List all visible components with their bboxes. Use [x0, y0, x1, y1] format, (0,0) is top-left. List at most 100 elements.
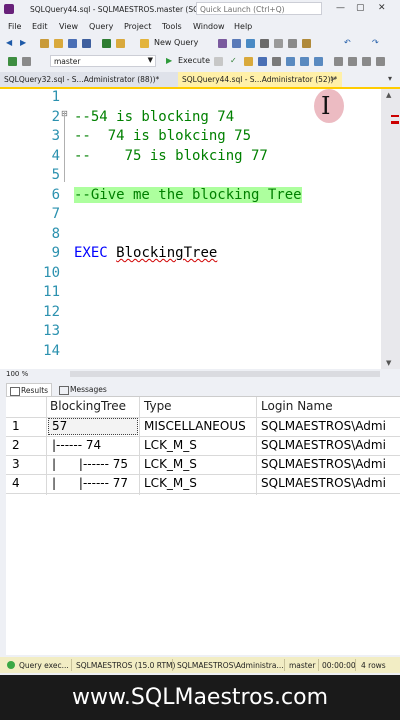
editor-horizontal-scrollbar[interactable] [70, 371, 380, 377]
redo-arrow-icon[interactable]: ↷ [372, 38, 379, 47]
tab-sqlquery44[interactable]: SQLQuery44.sql - S...Administrator (52))… [178, 72, 342, 87]
line-number: 3 [51, 128, 60, 144]
row-number: 1 [12, 419, 20, 433]
tab-overflow-icon[interactable]: ▾ [388, 74, 392, 83]
minimize-button[interactable]: — [336, 3, 345, 13]
cell-login-name[interactable]: SQLMAESTROS\Admi [261, 476, 400, 490]
close-button[interactable]: ✕ [378, 3, 386, 13]
ssms-logo-icon [4, 4, 14, 14]
cell-blockingtree[interactable]: 57 [52, 419, 138, 433]
cell-blockingtree[interactable]: |------ 74 [52, 438, 138, 452]
fold-guide [64, 112, 65, 182]
cell-blockingtree[interactable]: | |------ 75 [52, 457, 138, 471]
menu-file[interactable]: File [8, 22, 21, 31]
tab-sqlquery32[interactable]: SQLQuery32.sql - S...Administrator (88))… [0, 72, 178, 87]
mdx-query-icon[interactable] [232, 39, 241, 48]
tab-messages[interactable]: Messages [56, 383, 108, 396]
save-icon[interactable] [68, 39, 77, 48]
menu-view[interactable]: View [59, 22, 78, 31]
estimated-plan-icon[interactable] [244, 57, 253, 66]
scroll-down-icon[interactable]: ▼ [386, 359, 391, 367]
query-editor[interactable]: 1 2 3 4 5 6 7 8 9 10 11 12 13 14 ⊟ --54 … [0, 89, 381, 369]
cell-type[interactable]: MISCELLANEOUS [144, 419, 254, 433]
editor-vertical-scrollbar[interactable]: ▲ ▼ [381, 89, 400, 369]
column-header-blockingtree[interactable]: BlockingTree [50, 399, 126, 413]
code-line-3: -- 74 is blokcing 75 [74, 128, 252, 144]
copy-icon[interactable] [288, 39, 297, 48]
line-number: 12 [43, 303, 60, 320]
new-query-icon[interactable] [140, 39, 149, 48]
zoom-level[interactable]: 100 % [6, 370, 28, 378]
paste-icon[interactable] [302, 39, 311, 48]
outdent-icon[interactable] [376, 57, 385, 66]
back-icon[interactable]: ◀ [6, 38, 12, 47]
menu-edit[interactable]: Edit [32, 22, 48, 31]
results-to-text-icon[interactable] [286, 57, 295, 66]
status-bar: Query exec... SQLMAESTROS (15.0 RTM) SQL… [0, 657, 400, 673]
query-options-icon[interactable] [258, 57, 267, 66]
cell-type[interactable]: LCK_M_S [144, 476, 254, 490]
server-name: SQLMAESTROS (15.0 RTM) [76, 661, 176, 670]
scroll-up-icon[interactable]: ▲ [386, 91, 391, 99]
menu-bar: File Edit View Query Project Tools Windo… [0, 19, 400, 34]
save-all-icon[interactable] [82, 39, 91, 48]
connect-icon[interactable] [8, 57, 17, 66]
new-item-icon[interactable] [40, 39, 49, 48]
forward-icon[interactable]: ▶ [20, 38, 26, 47]
undo-icon[interactable] [102, 39, 111, 48]
zoom-bar: 100 % [0, 369, 400, 380]
cell-login-name[interactable]: SQLMAESTROS\Admi [261, 419, 400, 433]
line-number: 13 [43, 323, 60, 339]
parse-check-icon[interactable]: ✓ [230, 56, 237, 65]
database-select[interactable]: master ▼ [50, 55, 156, 67]
pin-tab-icon[interactable]: ⊳ [330, 75, 336, 83]
messages-icon [59, 386, 69, 395]
line-number: 11 [43, 284, 60, 300]
menu-project[interactable]: Project [124, 22, 151, 31]
line-number: 8 [51, 225, 60, 242]
cancel-query-icon[interactable] [214, 57, 223, 66]
tab-results[interactable]: Results [6, 383, 52, 396]
column-header-type[interactable]: Type [144, 399, 172, 413]
cell-type[interactable]: LCK_M_S [144, 438, 254, 452]
login-name: SQLMAESTROS\Administra... [177, 661, 284, 670]
code-line-6: --Give me the blocking Tree [74, 186, 302, 203]
new-query-button[interactable]: New Query [154, 38, 198, 47]
column-header-login-name[interactable]: Login Name [261, 399, 333, 413]
dmx-query-icon[interactable] [246, 39, 255, 48]
cell-login-name[interactable]: SQLMAESTROS\Admi [261, 457, 400, 471]
line-number: 14 [43, 342, 60, 359]
cell-blockingtree[interactable]: | |------ 77 [52, 476, 138, 490]
quick-launch-input[interactable]: Quick Launch (Ctrl+Q) [196, 2, 322, 15]
comment-icon[interactable] [334, 57, 343, 66]
ssms-window: SQLQuery44.sql - SQLMAESTROS.master (SQ.… [0, 0, 400, 675]
watermark-url: www.SQLMaestros.com [0, 675, 400, 720]
maximize-button[interactable]: ▢ [356, 3, 365, 13]
activity-monitor-icon[interactable] [116, 39, 125, 48]
cell-type[interactable]: LCK_M_S [144, 457, 254, 471]
menu-query[interactable]: Query [89, 22, 113, 31]
menu-window[interactable]: Window [193, 22, 225, 31]
success-check-icon [7, 661, 15, 669]
database-query-icon[interactable] [218, 39, 227, 48]
intellisense-icon[interactable] [272, 57, 281, 66]
code-line-2: --54 is blocking 74 [74, 108, 235, 125]
results-to-file-icon[interactable] [314, 57, 323, 66]
menu-help[interactable]: Help [234, 22, 252, 31]
line-number: 9 [51, 245, 60, 261]
execute-button[interactable]: Execute [178, 56, 210, 65]
code-line-4: -- 75 is blokcing 77 [74, 147, 268, 164]
undo-arrow-icon[interactable]: ↶ [344, 38, 351, 47]
cut-icon[interactable] [274, 39, 283, 48]
menu-tools[interactable]: Tools [162, 22, 182, 31]
execute-play-icon[interactable]: ▶ [166, 56, 172, 65]
text-cursor-icon: I [321, 92, 331, 120]
uncomment-icon[interactable] [348, 57, 357, 66]
change-connection-icon[interactable] [22, 57, 31, 66]
cell-login-name[interactable]: SQLMAESTROS\Admi [261, 438, 400, 452]
results-grid[interactable]: BlockingTree Type Login Name 1 57 MISCEL… [6, 396, 400, 655]
results-to-grid-icon[interactable] [300, 57, 309, 66]
open-folder-icon[interactable] [54, 39, 63, 48]
indent-icon[interactable] [362, 57, 371, 66]
xmla-query-icon[interactable] [260, 39, 269, 48]
